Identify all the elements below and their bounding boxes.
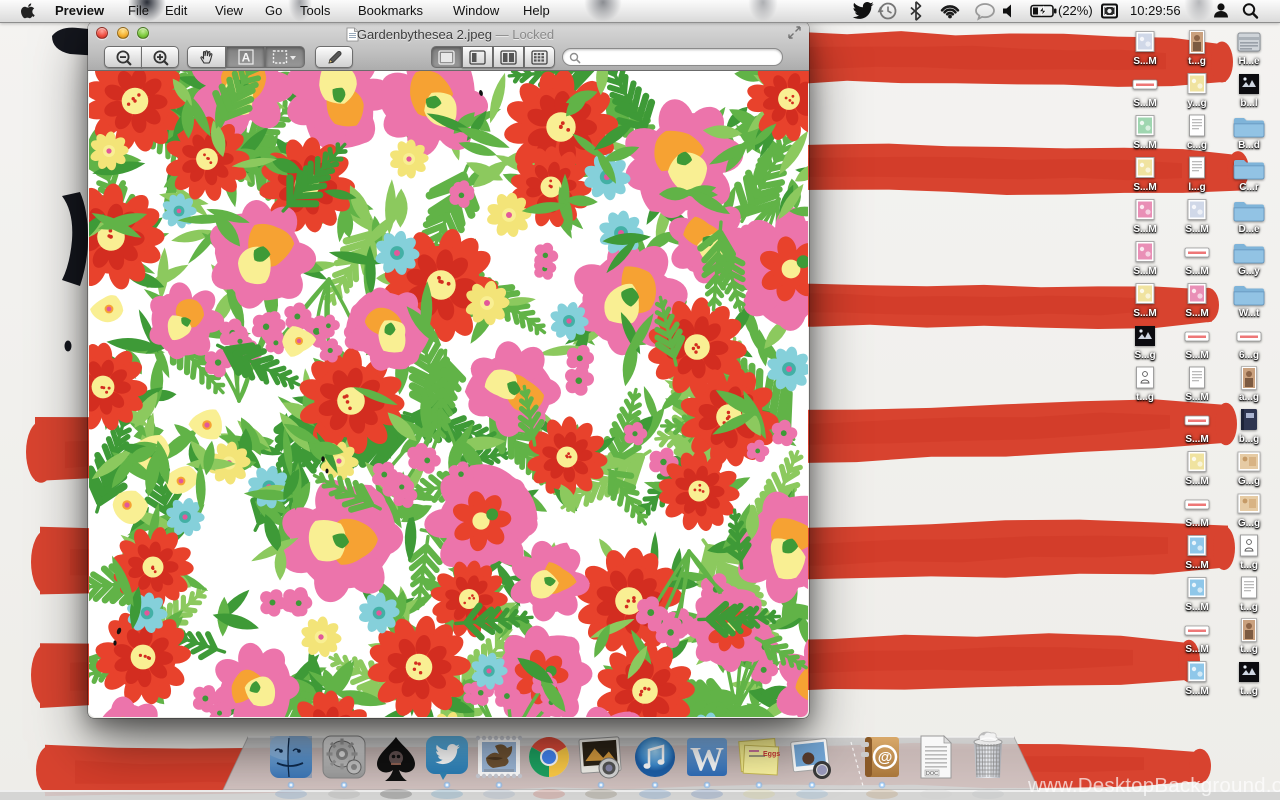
- svg-text:W: W: [690, 741, 724, 778]
- svg-text:Eggs: Eggs: [763, 751, 780, 758]
- svg-text:DOC: DOC: [926, 771, 938, 777]
- svg-text:A: A: [241, 51, 250, 65]
- svg-text:@: @: [878, 749, 893, 766]
